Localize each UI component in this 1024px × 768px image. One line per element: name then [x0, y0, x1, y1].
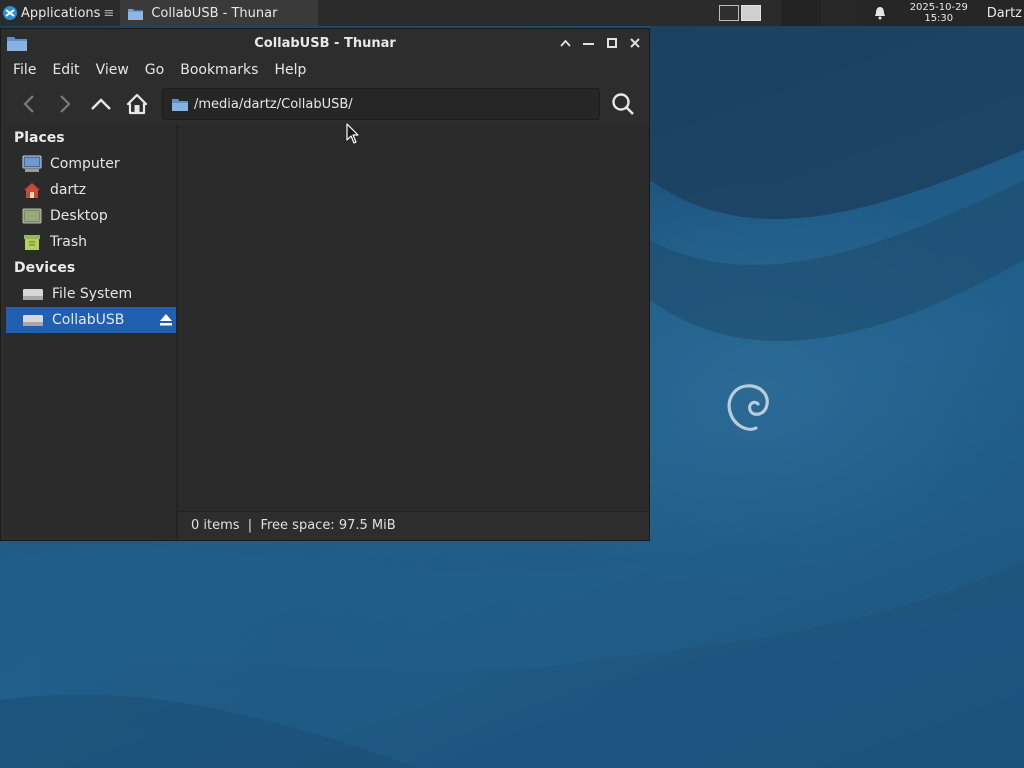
minimize-button[interactable]	[580, 34, 597, 51]
location-path: /media/dartz/CollabUSB/	[194, 96, 353, 112]
sidebar-item-label: Trash	[50, 234, 87, 250]
thunar-window: CollabUSB - Thunar File Edit View Go Boo…	[0, 28, 650, 541]
drive-icon	[23, 289, 43, 300]
status-text: 0 items | Free space: 97.5 MiB	[191, 517, 396, 533]
search-button[interactable]	[605, 88, 641, 120]
menu-separator-icon: ≡	[103, 5, 115, 21]
close-icon	[629, 37, 640, 48]
taskbar-item-label: CollabUSB - Thunar	[151, 5, 278, 21]
search-icon	[612, 93, 634, 115]
sidebar-item-label: CollabUSB	[52, 312, 125, 328]
clock-time: 15:30	[924, 13, 954, 24]
places-heading: Places	[14, 130, 65, 146]
workspace-2[interactable]	[740, 5, 761, 21]
sidebar-item-label: dartz	[50, 182, 87, 198]
devices-heading: Devices	[14, 260, 76, 276]
location-bar[interactable]: /media/dartz/CollabUSB/	[162, 88, 600, 120]
arrow-forward-icon	[60, 95, 71, 113]
file-view[interactable]	[178, 125, 649, 511]
home-folder-icon	[24, 183, 40, 198]
sidebar-item-label: File System	[52, 286, 133, 302]
maximize-icon	[606, 37, 617, 48]
toolbar: /media/dartz/CollabUSB/	[1, 83, 649, 125]
usb-drive-icon	[23, 315, 43, 326]
clock[interactable]: 2025-10-29 15:30	[901, 2, 977, 24]
chevron-up-icon	[560, 39, 571, 47]
back-button[interactable]	[11, 87, 47, 121]
taskbar-item-thunar[interactable]: CollabUSB - Thunar	[120, 0, 319, 26]
sidebar-item-dartz[interactable]: dartz	[4, 177, 176, 203]
applications-menu-button[interactable]: Applications ≡	[0, 0, 118, 26]
folder-icon	[172, 99, 188, 111]
side-pane: Places Computer dartz Desktop Trash Devi…	[4, 125, 176, 538]
window-body: Places Computer dartz Desktop Trash Devi…	[1, 125, 649, 540]
menu-bar: File Edit View Go Bookmarks Help	[1, 57, 649, 83]
eject-icon[interactable]	[159, 313, 173, 326]
menu-file[interactable]: File	[5, 62, 44, 78]
xfce-logo-icon	[3, 6, 17, 20]
workspace-switcher[interactable]	[718, 5, 761, 21]
menu-bookmarks[interactable]: Bookmarks	[172, 62, 266, 78]
minimize-icon	[583, 42, 594, 45]
clock-date: 2025-10-29	[909, 2, 968, 13]
menu-go[interactable]: Go	[137, 62, 172, 78]
sidebar-item-file-system[interactable]: File System	[4, 281, 176, 307]
status-bar: 0 items | Free space: 97.5 MiB	[178, 511, 649, 538]
desktop-icon	[22, 208, 42, 224]
arrow-back-icon	[23, 95, 34, 113]
window-title: CollabUSB - Thunar	[254, 35, 396, 51]
sidebar-item-collabusb[interactable]: CollabUSB	[6, 307, 176, 333]
menu-help[interactable]: Help	[266, 62, 314, 78]
folder-icon	[128, 8, 144, 20]
top-panel: Applications ≡ CollabUSB - Thunar 2025-1…	[0, 0, 1024, 26]
arrow-up-icon	[91, 98, 111, 110]
applications-label: Applications	[21, 5, 101, 21]
sidebar-item-desktop[interactable]: Desktop	[4, 203, 176, 229]
maximize-button[interactable]	[603, 34, 620, 51]
mouse-pointer-icon	[346, 123, 359, 144]
sidebar-item-label: Computer	[50, 156, 120, 172]
close-button[interactable]	[626, 34, 643, 51]
debian-swirl-logo	[727, 384, 769, 431]
trash-icon	[24, 235, 40, 250]
home-button[interactable]	[119, 87, 155, 121]
system-tray: 2025-10-29 15:30 Dartz	[780, 0, 1024, 26]
menu-edit[interactable]: Edit	[44, 62, 87, 78]
workspace-1[interactable]	[718, 5, 739, 21]
computer-icon	[22, 155, 42, 172]
sidebar-item-trash[interactable]: Trash	[4, 229, 176, 255]
sidebar-item-computer[interactable]: Computer	[4, 151, 176, 177]
home-icon	[126, 93, 148, 115]
menu-view[interactable]: View	[88, 62, 137, 78]
sidebar-item-label: Desktop	[50, 208, 108, 224]
user-menu[interactable]: Dartz	[987, 6, 1022, 21]
forward-button[interactable]	[47, 87, 83, 121]
window-titlebar[interactable]: CollabUSB - Thunar	[1, 29, 649, 57]
notification-bell-icon[interactable]	[873, 6, 887, 20]
shade-button[interactable]	[557, 34, 574, 51]
parent-folder-button[interactable]	[83, 87, 119, 121]
